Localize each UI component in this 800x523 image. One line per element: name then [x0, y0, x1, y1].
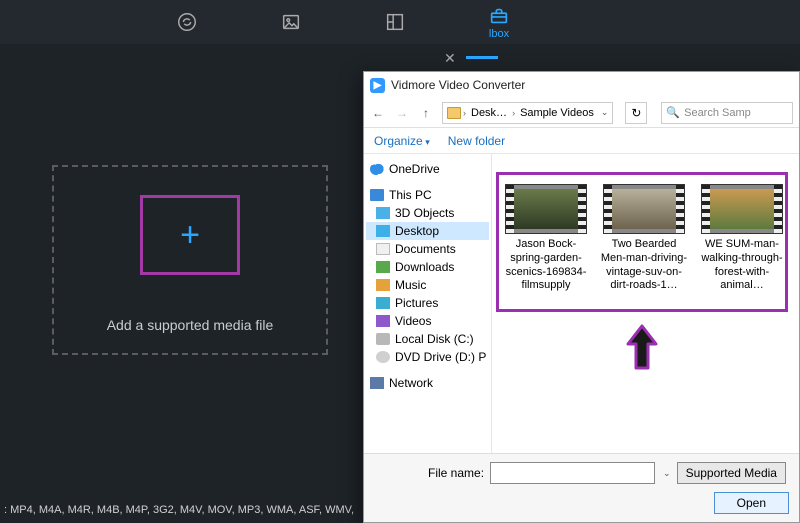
nav-forward-icon: → — [394, 105, 410, 121]
chevron-down-icon[interactable]: ⌄ — [663, 468, 671, 479]
cloud-icon — [370, 163, 384, 175]
file-open-dialog: ▶ Vidmore Video Converter ← → ↑ › Desk… … — [363, 71, 800, 523]
tree-network[interactable]: Network — [366, 374, 489, 392]
file-list[interactable]: Jason Bock-spring-garden-scenics-169834-… — [492, 154, 799, 453]
dialog-footer: File name: ⌄ Supported Media Open — [364, 453, 799, 522]
nav-up-icon[interactable]: ↑ — [418, 105, 434, 121]
tab-toolbox-label: lbox — [489, 28, 509, 40]
organize-menu[interactable]: Organize — [374, 134, 430, 148]
video-thumbnail-icon — [603, 184, 685, 234]
search-placeholder: Search Samp — [684, 107, 751, 119]
music-icon — [376, 279, 390, 291]
chevron-down-icon[interactable]: ⌄ — [601, 107, 609, 118]
top-tabbar: lbox — [0, 0, 800, 44]
tree-label: Network — [389, 376, 433, 390]
tree-label: Documents — [395, 242, 456, 256]
tree-3d-objects[interactable]: 3D Objects — [366, 204, 489, 222]
search-icon: 🔍 — [666, 106, 680, 119]
tree-pictures[interactable]: Pictures — [366, 294, 489, 312]
tree-desktop[interactable]: Desktop — [366, 222, 489, 240]
annotation-arrow-icon — [624, 324, 660, 372]
pictures-icon — [376, 297, 390, 309]
dialog-navbar: ← → ↑ › Desk… › Sample Videos ⌄ ↻ 🔍 Sear… — [364, 98, 799, 128]
tree-music[interactable]: Music — [366, 276, 489, 294]
supported-formats-line: : MP4, M4A, M4R, M4B, M4P, 3G2, M4V, MOV… — [4, 504, 354, 516]
close-icon[interactable]: ✕ — [444, 50, 456, 67]
add-media-box[interactable]: + — [140, 195, 240, 275]
chevron-right-icon: › — [463, 108, 466, 118]
file-item[interactable]: WE SUM-man-walking-through-forest-with-a… — [698, 184, 786, 293]
tree-local-disk[interactable]: Local Disk (C:) — [366, 330, 489, 348]
tree-onedrive[interactable]: OneDrive — [366, 160, 489, 178]
tree-label: 3D Objects — [395, 206, 454, 220]
tree-documents[interactable]: Documents — [366, 240, 489, 258]
disk-icon — [376, 333, 390, 345]
file-name-label: File name: — [372, 466, 484, 480]
documents-icon — [376, 243, 390, 255]
downloads-icon — [376, 261, 390, 273]
tree-this-pc[interactable]: This PC — [366, 186, 489, 204]
address-bar[interactable]: › Desk… › Sample Videos ⌄ — [442, 102, 613, 124]
tree-dvd-drive[interactable]: DVD Drive (D:) P — [366, 348, 489, 366]
active-tab-underline — [466, 56, 498, 59]
nav-back-icon[interactable]: ← — [370, 105, 386, 121]
tree-label: Music — [395, 278, 426, 292]
image-icon — [280, 11, 302, 33]
dvd-icon — [376, 351, 390, 363]
video-thumbnail-icon — [505, 184, 587, 234]
file-item[interactable]: Two Bearded Men-man-driving-vintage-suv-… — [600, 184, 688, 293]
cube-icon — [376, 207, 390, 219]
dialog-titlebar: ▶ Vidmore Video Converter — [364, 72, 799, 98]
tab-toolbox[interactable]: lbox — [482, 1, 516, 44]
tree-label: OneDrive — [389, 162, 440, 176]
dropzone-label: Add a supported media file — [107, 317, 274, 333]
video-thumbnail-icon — [701, 184, 783, 234]
dialog-toolbar: Organize New folder — [364, 128, 799, 154]
layout-icon — [384, 11, 406, 33]
tab-image[interactable] — [274, 7, 308, 37]
tree-label: Local Disk (C:) — [395, 332, 474, 346]
pc-icon — [370, 189, 384, 201]
refresh-button[interactable]: ↻ — [625, 102, 647, 124]
app-icon: ▶ — [370, 78, 385, 93]
dropzone[interactable]: + Add a supported media file — [52, 165, 328, 355]
tree-label: Videos — [395, 314, 431, 328]
tree-label: Downloads — [395, 260, 454, 274]
new-folder-button[interactable]: New folder — [448, 134, 505, 148]
dialog-body: OneDrive This PC 3D Objects Desktop Docu… — [364, 154, 799, 453]
tree-label: This PC — [389, 188, 432, 202]
file-name-input[interactable] — [490, 462, 655, 484]
refresh-circle-icon — [176, 11, 198, 33]
file-caption: Two Bearded Men-man-driving-vintage-suv-… — [600, 238, 688, 293]
folder-icon — [447, 107, 461, 119]
tree-label: Pictures — [395, 296, 438, 310]
search-input[interactable]: 🔍 Search Samp — [661, 102, 793, 124]
videos-icon — [376, 315, 390, 327]
file-caption: Jason Bock-spring-garden-scenics-169834-… — [502, 238, 590, 293]
open-button[interactable]: Open — [714, 492, 789, 514]
tree-downloads[interactable]: Downloads — [366, 258, 489, 276]
tree-label: Desktop — [395, 224, 439, 238]
file-caption: WE SUM-man-walking-through-forest-with-a… — [698, 238, 786, 293]
file-item[interactable]: Jason Bock-spring-garden-scenics-169834-… — [502, 184, 590, 293]
chevron-right-icon: › — [512, 108, 515, 118]
path-segment-2[interactable]: Sample Videos — [517, 107, 597, 119]
dialog-title: Vidmore Video Converter — [391, 78, 525, 92]
tree-videos[interactable]: Videos — [366, 312, 489, 330]
path-segment-1[interactable]: Desk… — [468, 107, 510, 119]
network-icon — [370, 377, 384, 389]
tree-label: DVD Drive (D:) P — [395, 350, 486, 364]
tab-layout[interactable] — [378, 7, 412, 37]
plus-icon: + — [180, 218, 200, 252]
toolbox-icon — [488, 5, 510, 27]
file-type-filter[interactable]: Supported Media — [677, 462, 786, 484]
desktop-icon — [376, 225, 390, 237]
folder-tree: OneDrive This PC 3D Objects Desktop Docu… — [364, 154, 492, 453]
tab-converter[interactable] — [170, 7, 204, 37]
